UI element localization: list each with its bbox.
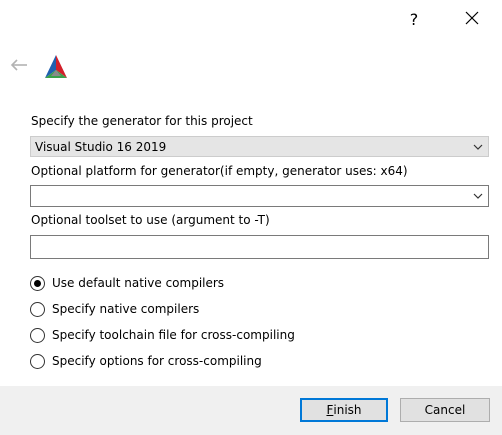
radio-label: Use default native compilers [52,276,225,290]
platform-label: Optional platform for generator(if empty… [31,164,408,178]
radio-cross-compiling-options[interactable]: Specify options for cross-compiling [30,352,262,370]
back-button[interactable] [7,54,31,78]
radio-button[interactable] [30,301,45,317]
finish-mnemonic: F [326,403,334,417]
radio-label: Specify native compilers [52,302,200,316]
cmake-generator-dialog: ? Specify the generator for this project… [0,0,502,435]
close-icon [465,11,479,28]
toolset-input[interactable] [30,235,489,259]
radio-button[interactable] [30,275,45,291]
close-button[interactable] [452,4,492,34]
generator-select[interactable]: Visual Studio 16 2019 [30,136,489,157]
cancel-label: Cancel [424,403,466,417]
back-arrow-icon [10,58,28,74]
toolset-label: Optional toolset to use (argument to -T) [31,213,270,227]
cmake-logo-icon [42,54,70,80]
help-button[interactable]: ? [396,4,432,34]
radio-default-native-compilers[interactable]: Use default native compilers [30,274,224,292]
finish-button[interactable]: Finish [300,398,388,422]
generator-label: Specify the generator for this project [31,114,253,128]
help-label: ? [409,9,419,29]
generator-select-value: Visual Studio 16 2019 [35,139,167,154]
platform-select[interactable] [30,185,489,207]
radio-specify-native-compilers[interactable]: Specify native compilers [30,300,199,318]
radio-toolchain-file[interactable]: Specify toolchain file for cross-compili… [30,326,295,344]
radio-label: Specify toolchain file for cross-compili… [52,328,295,342]
finish-label-rest: inish [333,403,362,417]
chevron-down-icon [468,186,488,206]
cancel-button[interactable]: Cancel [400,398,490,422]
radio-button[interactable] [30,327,45,343]
radio-button[interactable] [30,353,45,369]
dialog-footer: Finish Cancel [0,386,502,435]
chevron-down-icon [468,137,488,156]
radio-label: Specify options for cross-compiling [52,354,262,368]
radio-checked-dot [34,279,41,287]
